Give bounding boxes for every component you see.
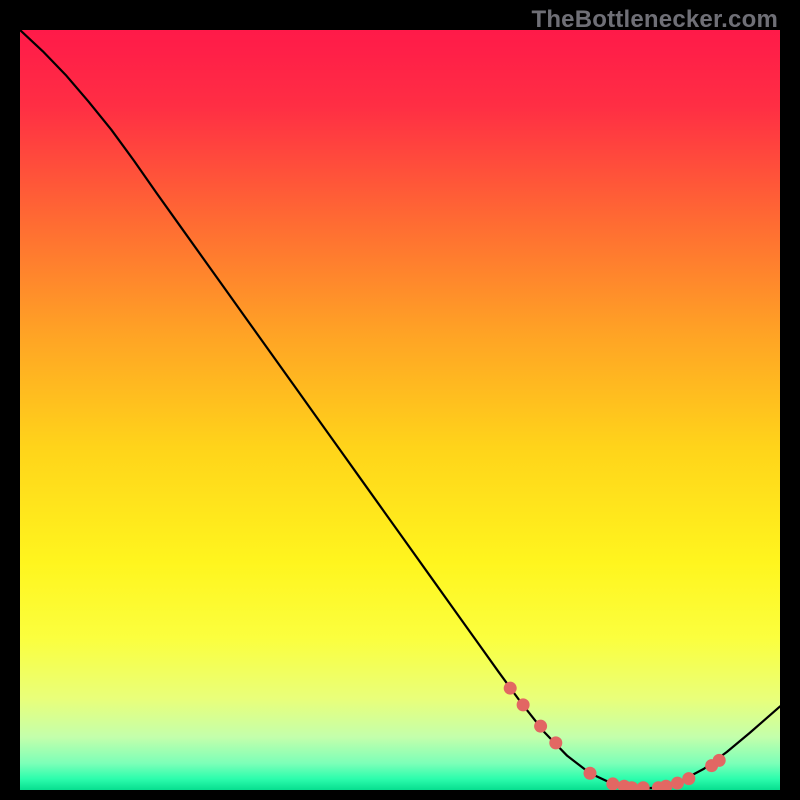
marker-point (517, 698, 530, 711)
gradient-background (20, 30, 780, 790)
marker-point (682, 772, 695, 785)
marker-point (504, 682, 517, 695)
chart-frame (20, 30, 780, 790)
marker-point (671, 777, 684, 790)
marker-point (549, 736, 562, 749)
chart-svg (20, 30, 780, 790)
marker-point (534, 720, 547, 733)
marker-point (584, 767, 597, 780)
marker-point (713, 754, 726, 767)
watermark-text: TheBottlenecker.com (531, 6, 778, 34)
marker-point (606, 777, 619, 790)
